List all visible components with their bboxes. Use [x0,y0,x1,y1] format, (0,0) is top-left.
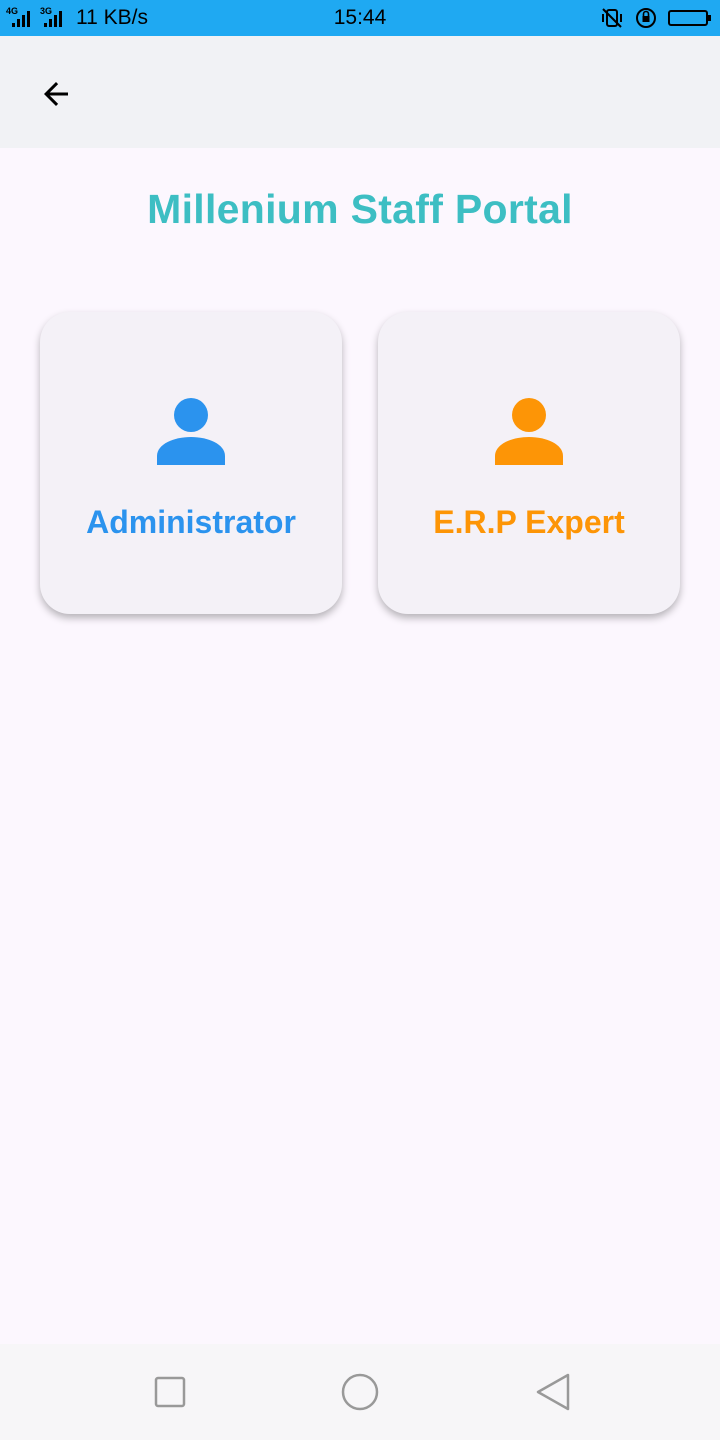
triangle-back-icon[interactable] [530,1370,574,1414]
administrator-card[interactable]: Administrator [40,312,342,614]
system-nav-bar [0,1344,720,1440]
status-right [600,0,711,36]
circle-home-icon[interactable] [338,1370,382,1414]
app-bar [0,36,720,148]
status-bar: 4G 3G 11 KB/s 15:44 [0,0,720,36]
rotation-lock-icon [636,8,656,28]
square-recents-icon[interactable] [148,1370,192,1414]
battery-icon [668,10,711,26]
erp-expert-card[interactable]: E.R.P Expert [378,312,680,614]
back-button[interactable] [28,66,84,122]
administrator-label: Administrator [86,504,296,540]
page-title: Millenium Staff Portal [147,186,573,232]
arrow-left-icon[interactable] [38,76,74,112]
vibrate-off-icon [602,8,622,28]
erp-expert-label: E.R.P Expert [433,504,625,540]
person-icon [495,398,563,465]
person-icon [157,398,225,465]
